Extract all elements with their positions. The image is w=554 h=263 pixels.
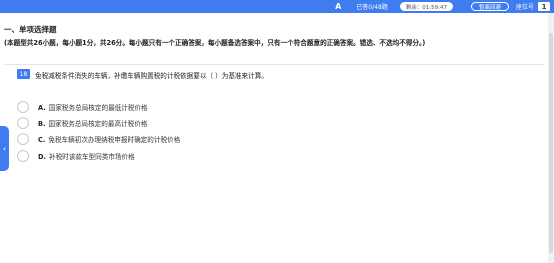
font-size-icon[interactable]: A (335, 2, 341, 11)
section-instructions: (本题型共26小题，每小题1分，共26分。每小题只有一个正确答案，每小题备选答案… (4, 39, 426, 47)
radio-button[interactable] (17, 132, 29, 145)
option-a[interactable]: A. 国家税务总局核定的最低计税价格 (17, 100, 148, 113)
answered-progress: 已答0/48题 (356, 4, 388, 11)
option-text: 补税时该款车型同类市场价格 (48, 152, 135, 161)
option-c[interactable]: C. 免税车辆初次办理纳税申报时确定的计税价格 (17, 132, 180, 145)
divider (4, 64, 544, 65)
scrollbar[interactable] (548, 13, 554, 263)
option-text: 国家税务总局核定的最高计税价格 (48, 119, 148, 128)
question-text: 免税减税条件消失的车辆，补缴车辆购置税的计税依据要以（ ）为基准来计算。 (35, 72, 268, 80)
chevron-left-icon: ‹ (3, 144, 6, 153)
radio-button[interactable] (17, 116, 29, 129)
option-letter: C. (38, 135, 46, 144)
timer-badge: 剩余：01:59:47 (399, 2, 453, 11)
question-card: 一、单项选择题 (本题型共26小题，每小题1分，共26分。每小题只有一个正确答案… (0, 13, 548, 263)
temporary-leave-button[interactable]: 暂离回避 (470, 2, 509, 11)
scrollbar-thumb[interactable] (549, 33, 553, 253)
option-label: D. 补税时该款车型同类市场价格 (38, 151, 135, 161)
option-text: 国家税务总局核定的最低计税价格 (48, 103, 148, 112)
option-letter: B. (38, 119, 46, 128)
option-label: B. 国家税务总局核定的最高计税价格 (38, 118, 147, 128)
option-label: A. 国家税务总局核定的最低计税价格 (38, 102, 148, 112)
top-bar: A 已答0/48题 剩余：01:59:47 暂离回避 座位号 1 (0, 0, 554, 13)
question-number-badge: 18 (17, 69, 30, 79)
seat-number-label: 座位号 (515, 4, 534, 11)
radio-button[interactable] (17, 100, 29, 113)
radio-button[interactable] (17, 149, 29, 162)
option-d[interactable]: D. 补税时该款车型同类市场价格 (17, 149, 135, 162)
option-label: C. 免税车辆初次办理纳税申报时确定的计税价格 (38, 134, 180, 144)
temporary-leave-label: 暂离回避 (478, 4, 501, 11)
option-text: 免税车辆初次办理纳税申报时确定的计税价格 (48, 135, 181, 144)
question-panel-toggle[interactable]: ‹ (0, 126, 9, 171)
section-title: 一、单项选择题 (4, 25, 57, 34)
seat-number-value: 1 (538, 2, 550, 11)
option-letter: A. (38, 103, 46, 112)
option-b[interactable]: B. 国家税务总局核定的最高计税价格 (17, 116, 147, 129)
option-letter: D. (38, 152, 46, 161)
